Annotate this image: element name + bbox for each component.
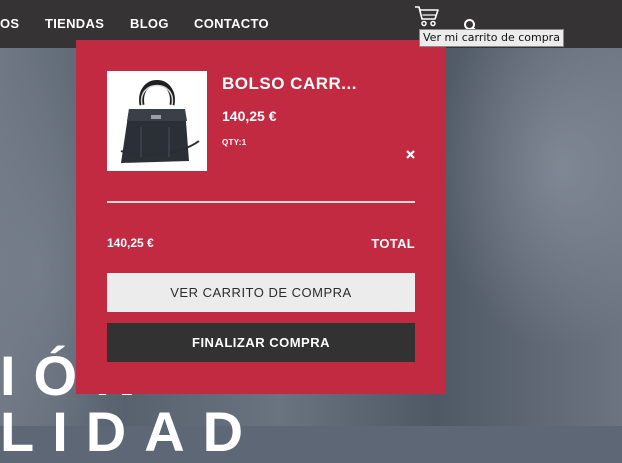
- nav-item-partial[interactable]: OS: [0, 16, 19, 31]
- cart-subtotal-amount: 140,25 €: [107, 236, 154, 250]
- cart-divider: [107, 201, 415, 203]
- view-cart-button[interactable]: VER CARRITO DE COMPRA: [107, 273, 415, 312]
- cart-icon[interactable]: [413, 4, 441, 28]
- nav-item-tiendas[interactable]: TIENDAS: [45, 16, 104, 31]
- cart-item-quantity: QTY:1: [222, 138, 247, 147]
- cart-tooltip: Ver mi carrito de compra: [419, 29, 564, 47]
- cart-total-label: TOTAL: [371, 236, 415, 251]
- handbag-icon: [120, 80, 200, 163]
- nav-item-contacto[interactable]: CONTACTO: [194, 16, 269, 31]
- cart-item-title[interactable]: BOLSO CARR...: [222, 74, 357, 94]
- cart-dropdown: BOLSO CARR... 140,25 € QTY:1 140,25 € TO…: [76, 40, 446, 394]
- checkout-button[interactable]: FINALIZAR COMPRA: [107, 323, 415, 362]
- nav-item-blog[interactable]: BLOG: [130, 16, 169, 31]
- handbag-image[interactable]: [107, 71, 207, 171]
- cart-item-price: 140,25 €: [222, 108, 277, 124]
- close-icon[interactable]: [406, 150, 415, 159]
